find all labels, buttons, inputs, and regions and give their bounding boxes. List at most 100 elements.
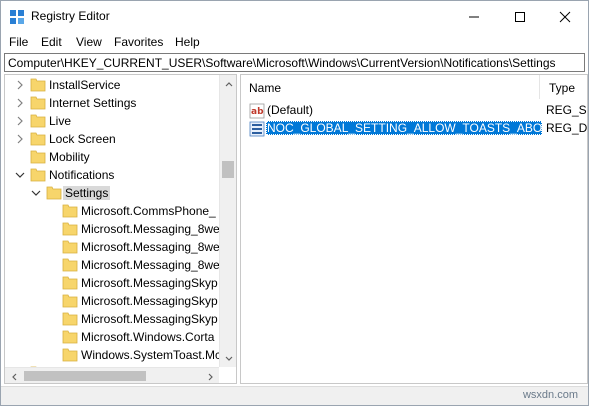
scroll-right-button[interactable] xyxy=(202,368,219,383)
svg-text:ab: ab xyxy=(251,107,264,117)
address-bar[interactable]: Computer\HKEY_CURRENT_USER\Software\Micr… xyxy=(4,53,585,72)
column-header-name[interactable]: Name xyxy=(241,75,540,99)
tree-item[interactable]: Microsoft.Windows.Corta xyxy=(5,328,220,346)
maximize-icon xyxy=(515,12,525,22)
tree-item-label: Internet Settings xyxy=(49,96,137,110)
tree-item[interactable]: Mobility xyxy=(5,148,220,166)
tree-item[interactable]: InstallService xyxy=(5,76,220,94)
registry-editor-app-icon xyxy=(10,10,24,24)
folder-icon xyxy=(62,294,78,308)
value-name: (Default) xyxy=(267,103,314,117)
expand-arrow-down-icon[interactable] xyxy=(15,169,25,181)
menu-edit[interactable]: Edit xyxy=(41,35,62,49)
folder-icon xyxy=(62,276,78,290)
tree-item-label: Live xyxy=(49,114,72,128)
expand-arrow-down-icon[interactable] xyxy=(31,187,41,199)
tree-item[interactable]: Microsoft.CommsPhone_ xyxy=(5,202,220,220)
tree-item-label: Microsoft.Messaging_8we xyxy=(81,222,220,236)
status-bar: wsxdn.com xyxy=(1,386,588,405)
scroll-up-button[interactable] xyxy=(220,75,236,92)
tree-item-label: Microsoft.MessagingSkyp xyxy=(81,312,218,326)
chevron-right-icon xyxy=(208,373,213,380)
folder-icon xyxy=(30,114,46,128)
values-pane[interactable]: Name Type ab(Default) REG_SZ NOC_GLOBAL_SE… xyxy=(240,74,588,384)
tree-item[interactable]: Microsoft.MessagingSkyp xyxy=(5,310,220,328)
string-value-icon: ab xyxy=(249,103,265,119)
tree-item[interactable]: Microsoft.Messaging_8we xyxy=(5,256,220,274)
minimize-icon xyxy=(469,16,479,18)
maximize-button[interactable] xyxy=(497,1,543,33)
window-title: Registry Editor xyxy=(31,9,110,23)
folder-icon xyxy=(62,240,78,254)
tree-item-label: Microsoft.MessagingSkyp xyxy=(81,276,218,290)
folder-icon xyxy=(30,383,46,384)
expand-arrow-right-icon[interactable] xyxy=(15,133,25,145)
column-header-type[interactable]: Type xyxy=(541,75,587,99)
tree-item[interactable]: Settings xyxy=(5,184,220,202)
folder-icon xyxy=(62,348,78,362)
tree-item-label: Microsoft.Messaging_8we xyxy=(81,258,220,272)
value-type: REG_DW xyxy=(546,121,588,135)
minimize-button[interactable] xyxy=(451,1,497,33)
tree-horizontal-scrollbar[interactable] xyxy=(5,367,219,383)
horizontal-scroll-thumb[interactable] xyxy=(24,371,146,381)
value-type: REG_SZ xyxy=(546,103,587,117)
column-header-type-label: Type xyxy=(549,81,576,95)
tree-vertical-scrollbar[interactable] xyxy=(219,75,236,367)
folder-open-icon xyxy=(46,186,62,200)
folder-icon xyxy=(30,150,46,164)
expand-arrow-right-icon[interactable] xyxy=(15,79,25,91)
tree-item-label: Mobility xyxy=(49,150,90,164)
value-name: NOC_GLOBAL_SETTING_ALLOW_TOASTS_ABOVE... xyxy=(266,121,542,135)
folder-icon xyxy=(30,132,46,146)
tree-item-label: Notifications xyxy=(49,168,115,182)
folder-icon xyxy=(30,78,46,92)
close-icon xyxy=(559,11,571,23)
folder-icon xyxy=(62,312,78,326)
column-header-name-label: Name xyxy=(249,81,282,95)
tree-item[interactable]: Windows.SystemToast.Mc xyxy=(5,346,222,364)
tree-item[interactable]: Live xyxy=(5,112,220,130)
tree-item-label: Microsoft.Windows.Corta xyxy=(81,330,215,344)
tree-item-label: Microsoft.Messaging_8we xyxy=(81,240,220,254)
watermark-text: wsxdn.com xyxy=(522,389,578,401)
folder-icon xyxy=(62,330,78,344)
tree-item[interactable]: Lock Screen xyxy=(5,130,220,148)
tree-item-label: Microsoft.CommsPhone_ xyxy=(81,204,216,218)
tree-item[interactable]: Microsoft.MessagingSkyp xyxy=(5,292,220,310)
tree-item-label: Settings xyxy=(63,186,111,200)
folder-icon xyxy=(62,222,78,236)
chevron-up-icon xyxy=(225,81,232,86)
address-path: Computer\HKEY_CURRENT_USER\Software\Micr… xyxy=(8,56,556,70)
folder-icon xyxy=(62,258,78,272)
scroll-left-button[interactable] xyxy=(5,368,22,383)
scroll-thumb[interactable] xyxy=(222,161,234,178)
menu-view[interactable]: View xyxy=(76,35,102,49)
tree-item[interactable]: Microsoft.Messaging_8we xyxy=(5,238,220,256)
expand-arrow-right-icon[interactable] xyxy=(15,97,25,109)
scroll-down-button[interactable] xyxy=(220,350,236,367)
chevron-left-icon xyxy=(11,373,16,380)
menu-help[interactable]: Help xyxy=(175,35,200,49)
folder-icon xyxy=(62,204,78,218)
close-button[interactable] xyxy=(542,1,588,33)
expand-arrow-right-icon[interactable] xyxy=(15,115,25,127)
title-bar[interactable]: Registry Editor xyxy=(1,1,588,33)
tree-item[interactable]: Microsoft.Messaging_8we xyxy=(5,220,220,238)
menu-favorites[interactable]: Favorites xyxy=(114,35,163,49)
tree-item-label: Lock Screen xyxy=(49,132,116,146)
tree-item[interactable]: Notifications xyxy=(5,166,220,184)
binary-value-icon xyxy=(249,121,265,137)
chevron-down-icon xyxy=(225,356,232,361)
folder-icon xyxy=(30,96,46,110)
value-row[interactable]: NOC_GLOBAL_SETTING_ALLOW_TOASTS_ABOVE...… xyxy=(241,119,588,138)
registry-editor-window: Registry Editor File Edit View Favorites… xyxy=(0,0,589,406)
tree-item[interactable]: Microsoft.MessagingSkyp xyxy=(5,274,220,292)
tree-item-label: Windows.SystemToast.Mc xyxy=(81,348,222,362)
tree-item[interactable]: Internet Settings xyxy=(5,94,220,112)
key-tree-pane[interactable]: InstallService Internet Settings Live Lock … xyxy=(4,74,237,384)
tree-item-label: Microsoft.MessagingSkyp xyxy=(81,294,218,308)
value-row[interactable]: ab(Default) REG_SZ xyxy=(241,101,587,120)
menu-bar: File Edit View Favorites Help xyxy=(1,33,588,51)
menu-file[interactable]: File xyxy=(9,35,28,49)
